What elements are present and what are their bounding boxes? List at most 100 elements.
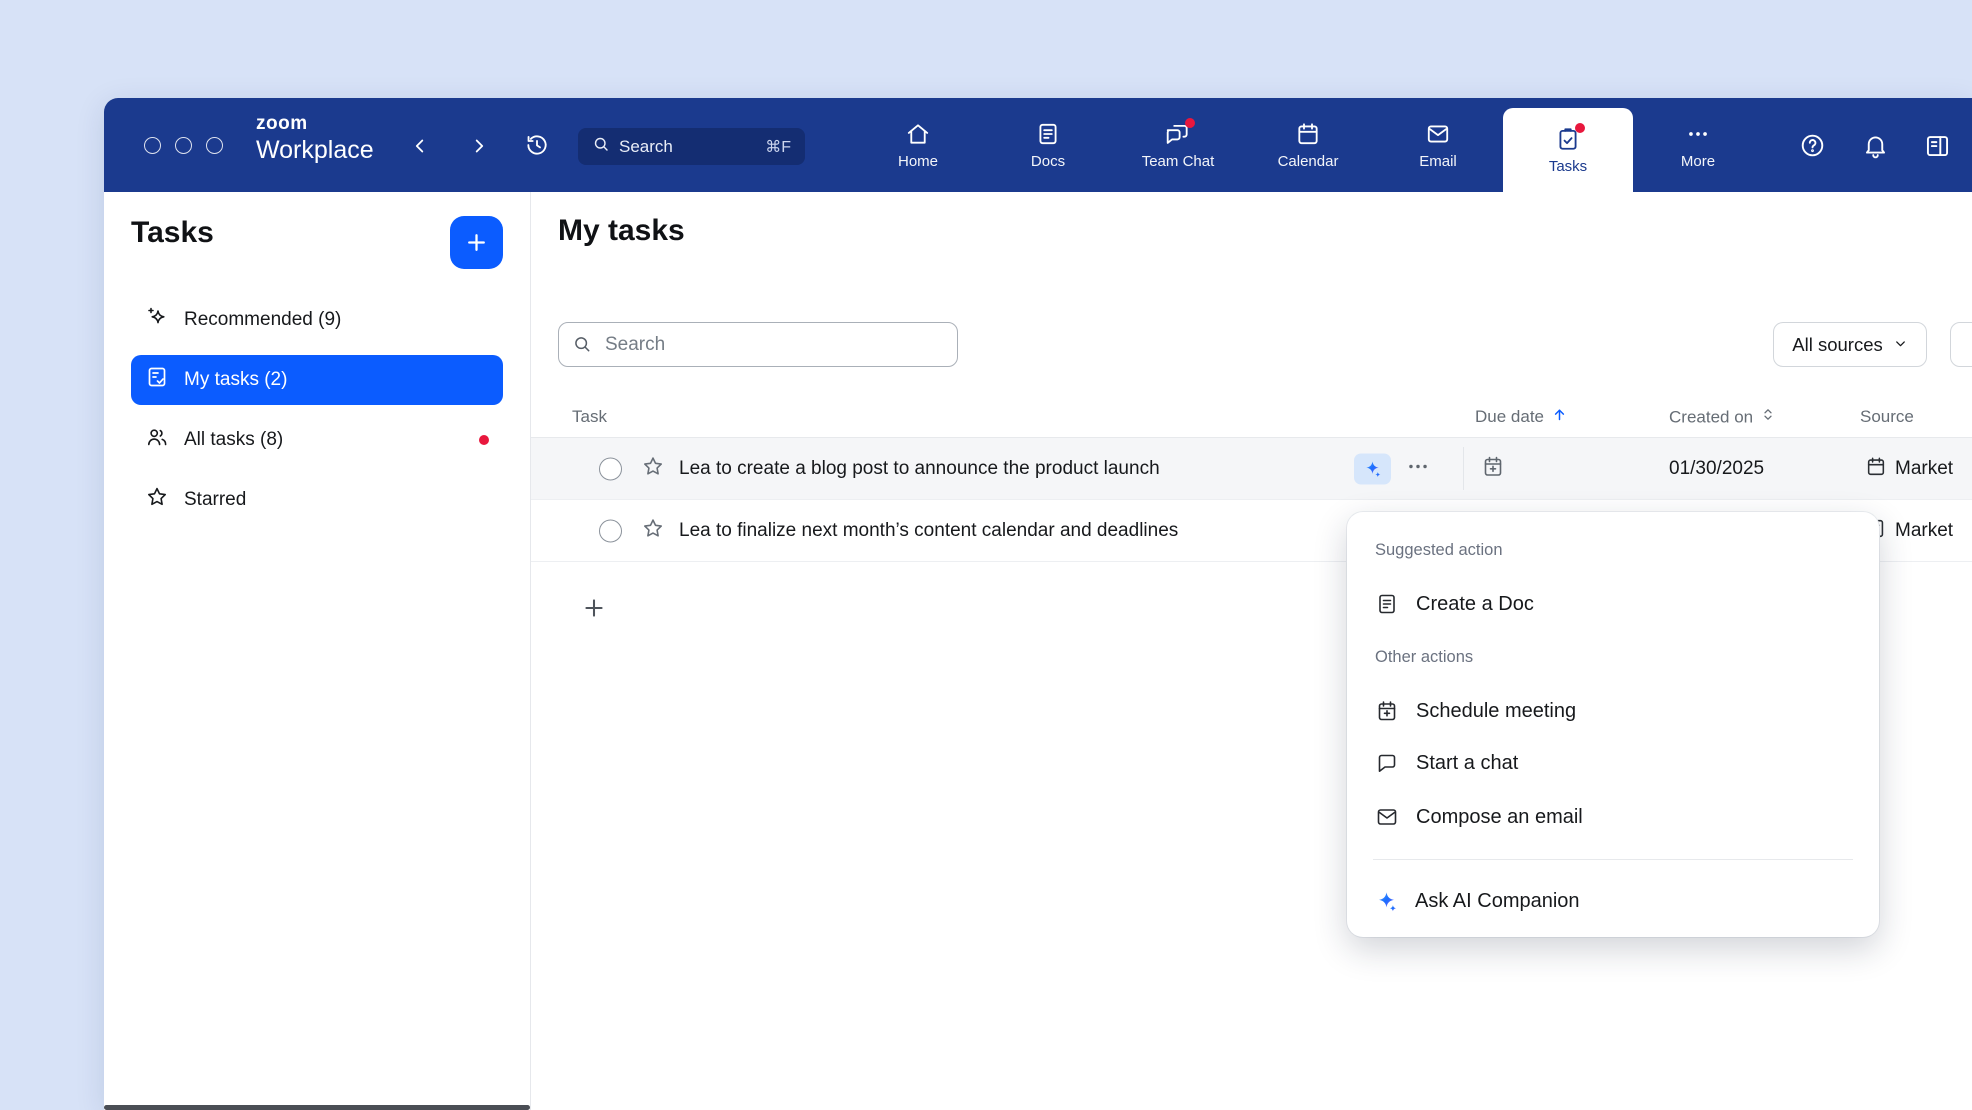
- nav-label: Docs: [1031, 153, 1065, 170]
- nav-tab-more[interactable]: More: [1633, 98, 1763, 192]
- primary-navigation: Home Docs Team Chat Calendar: [853, 98, 1763, 192]
- task-row[interactable]: Lea to create a blog post to announce th…: [531, 438, 1972, 500]
- menu-section-label: Other actions: [1375, 648, 1473, 667]
- logo-workplace-text: Workplace: [256, 137, 374, 165]
- add-task-button[interactable]: [450, 216, 503, 269]
- history-icon[interactable]: [524, 132, 550, 163]
- calendar-icon: [1295, 121, 1321, 147]
- menu-item-label: Ask AI Companion: [1415, 890, 1580, 913]
- suggested-actions-menu: Suggested action Create a Doc Other acti…: [1347, 512, 1879, 937]
- column-header-created-on[interactable]: Created on: [1669, 407, 1776, 428]
- menu-section-label: Suggested action: [1375, 541, 1503, 560]
- clipped-filter-button[interactable]: [1950, 322, 1972, 367]
- envelope-icon: [1375, 805, 1399, 829]
- window-control-dot[interactable]: [144, 137, 161, 154]
- window-controls[interactable]: [144, 137, 223, 154]
- star-icon[interactable]: [641, 516, 665, 545]
- sort-both-icon[interactable]: [1760, 407, 1776, 428]
- sidebar-item-label: Starred: [184, 489, 246, 511]
- chevron-down-icon: [1893, 334, 1908, 356]
- global-search-input[interactable]: Search ⌘F: [578, 128, 805, 165]
- email-icon: [1425, 121, 1451, 147]
- sidebar-item-my-tasks[interactable]: My tasks (2): [131, 355, 503, 405]
- column-header-due-date[interactable]: Due date: [1475, 406, 1568, 428]
- nav-tab-calendar[interactable]: Calendar: [1243, 98, 1373, 192]
- nav-tab-home[interactable]: Home: [853, 98, 983, 192]
- star-icon: [145, 485, 169, 515]
- menu-item-schedule-meeting[interactable]: Schedule meeting: [1357, 690, 1869, 732]
- nav-back-icon[interactable]: [409, 135, 431, 162]
- notifications-bell-icon[interactable]: [1862, 132, 1889, 164]
- row-more-actions-icon[interactable]: [1405, 453, 1431, 484]
- more-icon: [1685, 121, 1711, 147]
- task-complete-radio[interactable]: [599, 519, 622, 542]
- task-search: [558, 322, 958, 367]
- docs-icon: [1035, 121, 1061, 147]
- tasks-notification-dot: [1575, 123, 1585, 133]
- menu-item-start-chat[interactable]: Start a chat: [1357, 742, 1869, 784]
- search-icon: [572, 334, 592, 359]
- scrollbar-horizontal[interactable]: [104, 1105, 530, 1110]
- my-tasks-panel: My tasks All sources Task Due date: [531, 192, 1972, 1110]
- nav-tab-tasks-active[interactable]: Tasks: [1503, 108, 1633, 192]
- column-header-source: Source: [1860, 407, 1914, 427]
- side-panel-calendar-icon[interactable]: [1924, 132, 1951, 164]
- column-header-task: Task: [572, 407, 607, 427]
- task-search-input[interactable]: [558, 322, 958, 367]
- menu-item-label: Start a chat: [1416, 752, 1518, 775]
- menu-item-label: Create a Doc: [1416, 593, 1534, 616]
- source-calendar-icon: [1865, 455, 1887, 482]
- global-search-placeholder: Search: [619, 137, 673, 157]
- window-control-dot[interactable]: [175, 137, 192, 154]
- source-value: Market: [1895, 520, 1953, 542]
- team-chat-notification-dot: [1185, 118, 1195, 128]
- nav-tab-email[interactable]: Email: [1373, 98, 1503, 192]
- nav-tab-docs[interactable]: Docs: [983, 98, 1113, 192]
- menu-item-compose-email[interactable]: Compose an email: [1357, 796, 1869, 838]
- source-value: Market: [1895, 458, 1953, 480]
- star-icon[interactable]: [641, 454, 665, 483]
- menu-item-create-doc[interactable]: Create a Doc: [1357, 583, 1869, 625]
- page-title: My tasks: [558, 214, 685, 248]
- sidebar-title: Tasks: [131, 216, 214, 250]
- menu-item-label: Compose an email: [1416, 806, 1583, 829]
- app-window: zoom Workplace Search ⌘F Home: [104, 98, 1972, 1110]
- task-title: Lea to create a blog post to announce th…: [679, 458, 1160, 480]
- sidebar-item-starred[interactable]: Starred: [131, 475, 503, 525]
- calendar-plus-icon: [1375, 699, 1399, 723]
- sources-filter-value: All sources: [1792, 334, 1882, 356]
- ai-companion-action-button[interactable]: [1354, 453, 1391, 484]
- help-icon[interactable]: [1799, 132, 1826, 164]
- nav-label: Home: [898, 153, 938, 170]
- users-icon: [145, 425, 169, 455]
- sidebar-item-recommended[interactable]: Recommended (9): [131, 295, 503, 345]
- tasks-icon: [1555, 126, 1581, 152]
- sources-filter-dropdown[interactable]: All sources: [1773, 322, 1927, 367]
- menu-divider: [1373, 859, 1853, 860]
- nav-forward-icon[interactable]: [468, 135, 490, 162]
- set-due-date-icon[interactable]: [1481, 454, 1505, 483]
- nav-label: Team Chat: [1142, 153, 1215, 170]
- task-complete-radio[interactable]: [599, 457, 622, 480]
- menu-item-label: Schedule meeting: [1416, 700, 1576, 723]
- sparkle-icon: [145, 305, 169, 335]
- logo-zoom-text: zoom: [256, 114, 374, 135]
- nav-label: Email: [1419, 153, 1457, 170]
- nav-label: Calendar: [1278, 153, 1339, 170]
- sort-ascending-icon[interactable]: [1551, 406, 1568, 428]
- team-chat-icon: [1165, 121, 1191, 147]
- sidebar-item-label: My tasks (2): [184, 369, 287, 391]
- task-title: Lea to finalize next month’s content cal…: [679, 520, 1178, 542]
- sidebar-item-all-tasks[interactable]: All tasks (8): [131, 415, 503, 465]
- zoom-workplace-logo: zoom Workplace: [256, 114, 374, 164]
- cell-divider: [1463, 447, 1464, 490]
- nav-tab-team-chat[interactable]: Team Chat: [1113, 98, 1243, 192]
- window-control-dot[interactable]: [206, 137, 223, 154]
- ai-companion-icon: [1375, 890, 1398, 913]
- task-table-header: Task Due date Created on Source: [531, 397, 1972, 438]
- menu-item-ask-ai-companion[interactable]: Ask AI Companion: [1357, 880, 1869, 922]
- nav-label: More: [1681, 153, 1715, 170]
- add-task-inline-icon[interactable]: [581, 595, 607, 626]
- top-navbar: zoom Workplace Search ⌘F Home: [104, 98, 1972, 192]
- search-icon: [592, 135, 610, 158]
